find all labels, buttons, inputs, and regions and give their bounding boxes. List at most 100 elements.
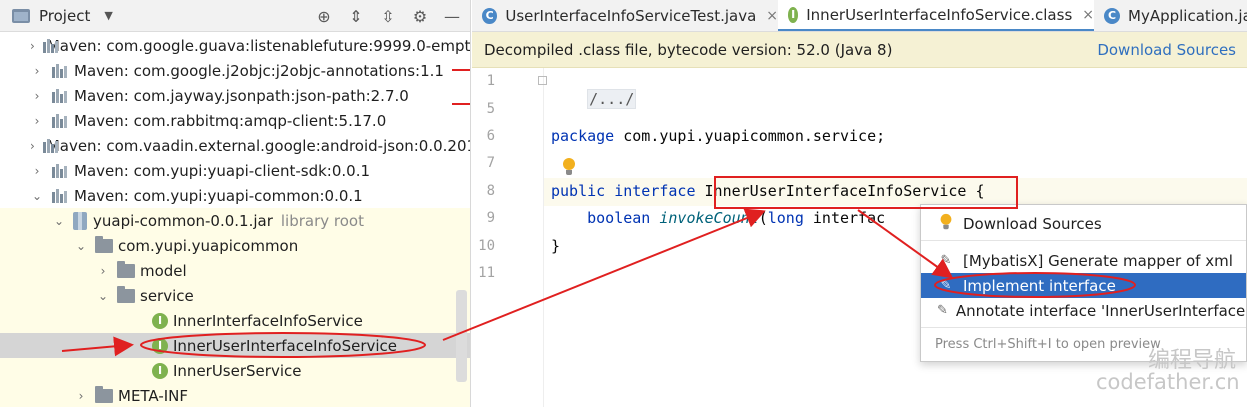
keyword: package: [551, 127, 615, 145]
java-class-icon: C: [1104, 8, 1120, 24]
line-number: 11: [478, 265, 495, 281]
tree-item-label: model: [140, 261, 187, 280]
chevron-right-icon[interactable]: ›: [30, 89, 44, 103]
download-sources-link[interactable]: Download Sources: [1097, 41, 1236, 59]
banner-message: Decompiled .class file, bytecode version…: [484, 40, 893, 59]
pencil-icon: ✎: [937, 303, 948, 318]
action-implement-interface[interactable]: ✎ Implement interface: [921, 273, 1246, 298]
tree-item-label: com.yupi.yuapicommon: [118, 236, 299, 255]
keyword: long: [767, 209, 804, 227]
tree-scrollbar[interactable]: [456, 290, 467, 382]
chevron-right-icon[interactable]: ›: [96, 264, 110, 278]
interface-icon: I: [152, 337, 168, 354]
paren: (: [758, 209, 768, 227]
line-number: 10: [478, 238, 495, 254]
interface-icon: I: [788, 6, 799, 23]
tree-item-label: yuapi-common-0.0.1.jar: [93, 211, 273, 230]
tab-my-application[interactable]: C MyApplication.java: [1094, 0, 1247, 31]
package-name: com.yupi.yuapicommon.service;: [614, 127, 886, 145]
chevron-down-icon[interactable]: ⌄: [74, 239, 88, 253]
tree-item-label: service: [140, 286, 194, 305]
locate-target-icon[interactable]: ⊕: [315, 7, 333, 26]
tree-item-package-service[interactable]: ⌄ service: [0, 283, 470, 308]
tree-item-label: Maven: com.yupi:yuapi-common:0.0.1: [74, 186, 363, 205]
decompiled-notice-banner: Decompiled .class file, bytecode version…: [472, 32, 1247, 68]
keyword: public: [551, 182, 606, 200]
close-icon[interactable]: ×: [766, 8, 778, 24]
tree-item-inner-interface-info-service[interactable]: I InnerInterfaceInfoService: [0, 308, 470, 333]
action-download-sources[interactable]: Download Sources: [921, 211, 1246, 236]
tab-inner-user-interface-info-service[interactable]: I InnerUserInterfaceInfoService.class ×: [778, 0, 1094, 31]
watermark-url: codefather.cn: [1096, 370, 1240, 394]
tree-item-label: Maven: com.vaadin.external.google:androi…: [46, 136, 470, 155]
chevron-down-icon[interactable]: ⌄: [52, 214, 66, 228]
interface-name-token[interactable]: InnerUserInterfaceInfoService: [705, 182, 967, 200]
chevron-right-icon[interactable]: ›: [30, 139, 35, 153]
tree-item-label: Maven: com.google.guava:listenablefuture…: [46, 36, 471, 55]
tree-item-j2objc[interactable]: › Maven: com.google.j2objc:j2objc-annota…: [0, 58, 470, 83]
project-view-selector[interactable]: Project: [39, 7, 90, 25]
package-icon: [117, 285, 135, 303]
tree-item-label: InnerUserInterfaceInfoService: [173, 336, 398, 355]
chevron-right-icon[interactable]: ›: [30, 39, 35, 53]
tree-item-label: Maven: com.yupi:yuapi-client-sdk:0.0.1: [74, 161, 371, 180]
java-class-icon: C: [482, 8, 498, 24]
tree-item-inner-user-service[interactable]: I InnerUserService: [0, 358, 470, 383]
brace: }: [551, 237, 561, 255]
chevron-right-icon[interactable]: ›: [30, 64, 44, 78]
tab-label: InnerUserInterfaceInfoService.class: [806, 5, 1073, 24]
chevron-down-icon[interactable]: ⌄: [96, 289, 110, 303]
action-mybatisx-generate[interactable]: ✎ [MybatisX] Generate mapper of xml: [921, 248, 1246, 273]
tree-item-meta-inf[interactable]: › META-INF: [0, 383, 470, 407]
chevron-down-icon[interactable]: ▼: [104, 9, 112, 22]
package-icon: [95, 235, 113, 253]
chevron-right-icon[interactable]: ›: [74, 389, 88, 403]
intention-actions-popup: Download Sources ✎ [MybatisX] Generate m…: [920, 204, 1247, 362]
tree-item-label: InnerInterfaceInfoService: [173, 311, 363, 330]
tree-item-json-path[interactable]: › Maven: com.jayway.jsonpath:json-path:2…: [0, 83, 470, 108]
action-label: Annotate interface 'InnerUserInterfaceIn…: [955, 301, 1246, 320]
tree-item-label: Maven: com.google.j2objc:j2objc-annotati…: [74, 61, 444, 80]
param-name: interfac: [803, 209, 886, 227]
tree-item-listenablefuture[interactable]: › Maven: com.google.guava:listenablefutu…: [0, 33, 471, 58]
gear-icon[interactable]: ⚙: [411, 7, 429, 26]
collapse-all-icon[interactable]: ⇳: [379, 7, 397, 26]
tree-item-package-model[interactable]: › model: [0, 258, 470, 283]
maven-library-icon: [51, 88, 69, 104]
project-toolbar: ⊕ ⇕ ⇳ ⚙ —: [315, 0, 461, 32]
divider: [921, 327, 1246, 328]
code-line-interface-decl: public interface InnerUserInterfaceInfoS…: [551, 182, 985, 204]
tab-label: MyApplication.java: [1128, 7, 1247, 25]
tab-user-interface-info-service-test[interactable]: C UserInterfaceInfoServiceTest.java ×: [472, 0, 778, 31]
maven-library-icon: [51, 113, 69, 129]
tree-item-yuapi-common-jar[interactable]: ⌄ yuapi-common-0.0.1.jar library root: [0, 208, 470, 233]
tree-item-yuapi-common[interactable]: ⌄ Maven: com.yupi:yuapi-common:0.0.1: [0, 183, 470, 208]
tree-item-android-json[interactable]: › Maven: com.vaadin.external.google:andr…: [0, 133, 470, 158]
close-icon[interactable]: ×: [1082, 7, 1094, 23]
chevron-right-icon[interactable]: ›: [30, 164, 44, 178]
action-label: Download Sources: [963, 214, 1102, 233]
tree-item-label: Maven: com.rabbitmq:amqp-client:5.17.0: [74, 111, 387, 130]
code-line-close: }: [551, 237, 560, 259]
line-number: 8: [486, 183, 495, 199]
chevron-down-icon[interactable]: ⌄: [30, 189, 44, 203]
code-line-package: package com.yupi.yuapicommon.service;: [551, 127, 885, 149]
collapsed-imports[interactable]: /.../: [587, 89, 637, 109]
keyword: interface: [614, 182, 696, 200]
tree-item-amqp-client[interactable]: › Maven: com.rabbitmq:amqp-client:5.17.0: [0, 108, 470, 133]
tree-item-inner-user-interface-info-service[interactable]: I InnerUserInterfaceInfoService: [0, 333, 470, 358]
fold-expand-icon[interactable]: [538, 76, 547, 85]
minimize-icon[interactable]: —: [443, 7, 461, 26]
preview-hint: Press Ctrl+Shift+I to open preview: [935, 337, 1161, 352]
action-annotate-interface[interactable]: ✎ Annotate interface 'InnerUserInterface…: [921, 298, 1246, 323]
chevron-right-icon[interactable]: ›: [30, 114, 44, 128]
method-name: invokeCount: [659, 209, 759, 227]
expand-all-icon[interactable]: ⇕: [347, 7, 365, 26]
editor-tab-bar: C UserInterfaceInfoServiceTest.java × I …: [472, 0, 1247, 32]
tree-item-label: InnerUserService: [173, 361, 302, 380]
divider: [921, 240, 1246, 241]
action-label: [MybatisX] Generate mapper of xml: [963, 251, 1233, 270]
line-number: 1: [486, 73, 495, 89]
tree-item-yuapi-client-sdk[interactable]: › Maven: com.yupi:yuapi-client-sdk:0.0.1: [0, 158, 470, 183]
tree-item-package-yuapicommon[interactable]: ⌄ com.yupi.yuapicommon: [0, 233, 470, 258]
